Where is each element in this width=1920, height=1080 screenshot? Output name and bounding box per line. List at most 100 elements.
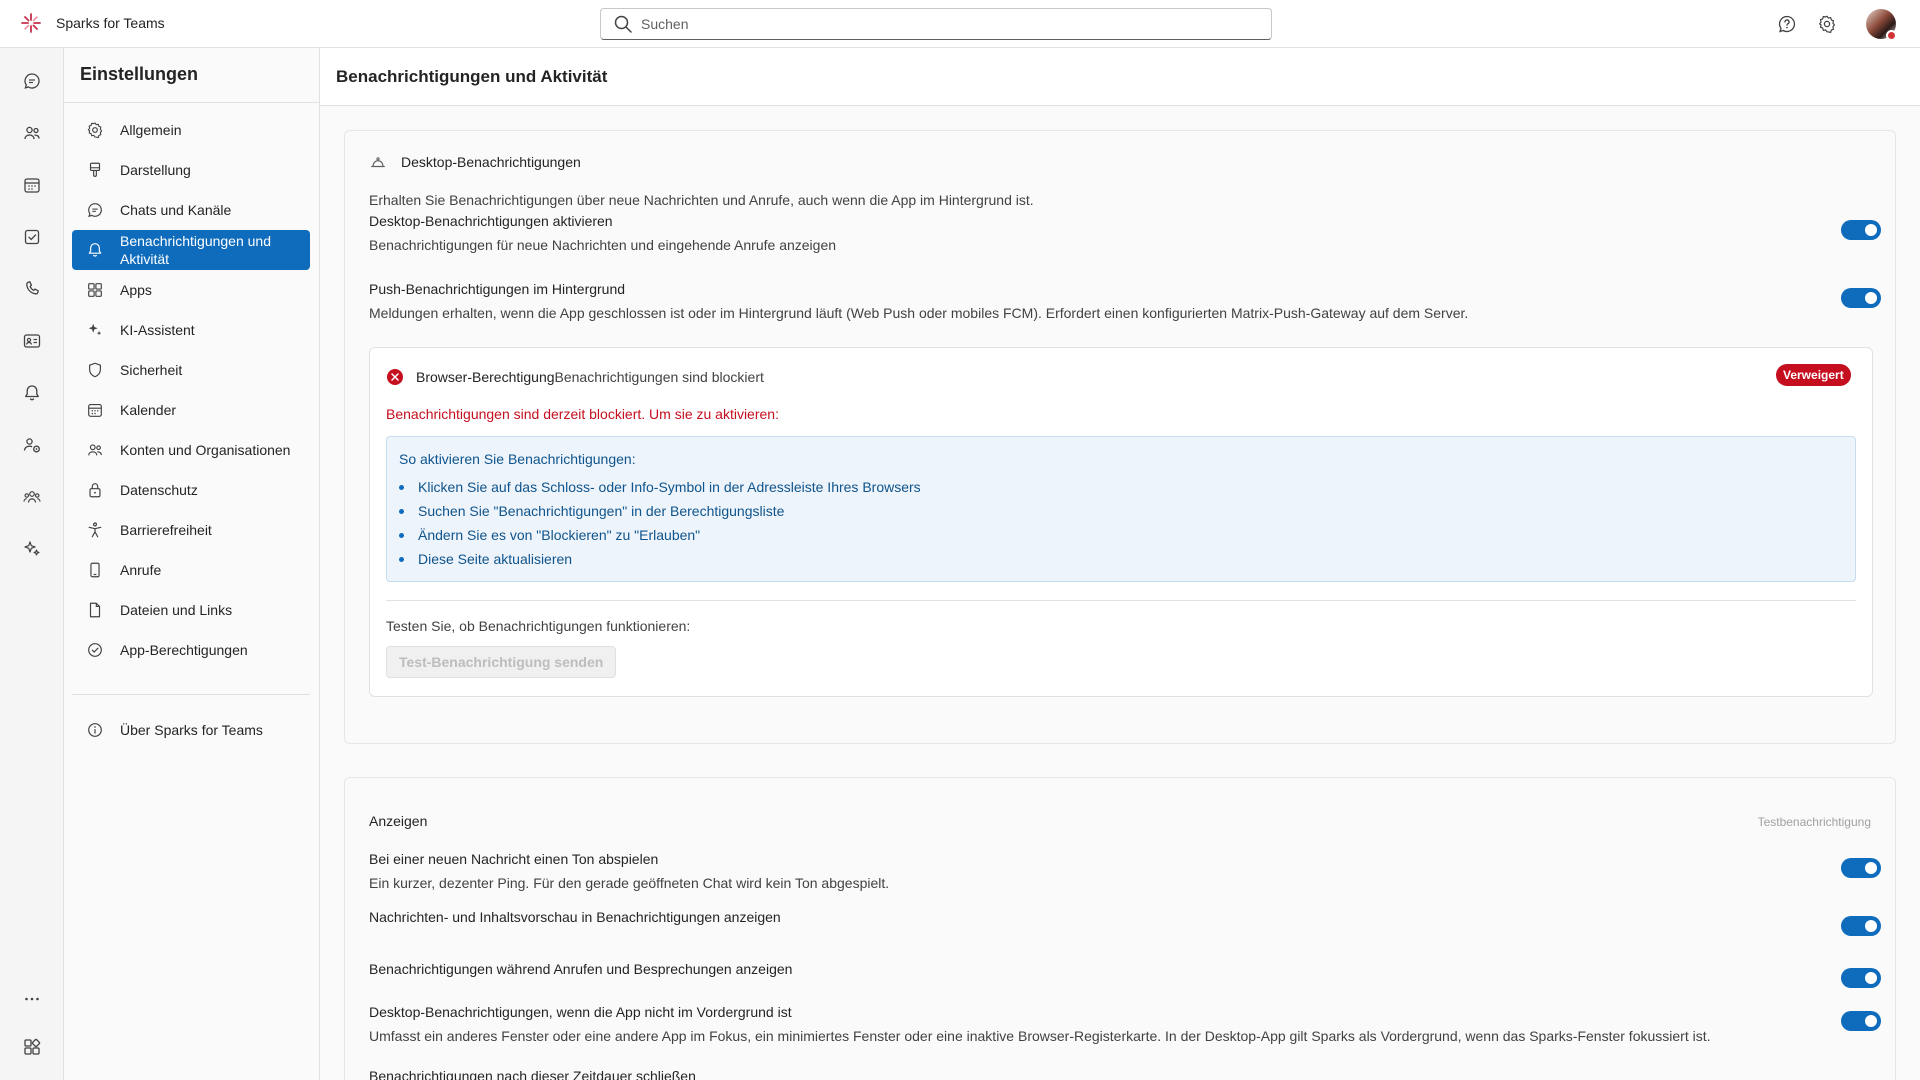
setting-label: Nachrichten- und Inhaltsvorschau in Bena… (369, 909, 781, 925)
setting-description: Ein kurzer, dezenter Ping. Für den gerad… (369, 875, 890, 891)
error-message: Benachrichtigungen sind derzeit blockier… (386, 406, 779, 422)
sidebar-item-label: Datenschutz (120, 482, 198, 498)
setting-description: Meldungen erhalten, wenn die App geschlo… (369, 305, 1469, 321)
step-text: Klicken Sie auf das Schloss- oder Info-S… (418, 479, 921, 495)
section-title: Desktop-Benachrichtigungen (401, 154, 581, 170)
presence-status-badge (1886, 30, 1897, 41)
sidebar-item-label: Über Sparks for Teams (120, 722, 263, 738)
step-text: Diese Seite aktualisieren (418, 551, 573, 567)
ai-sparkle-icon[interactable] (20, 537, 44, 561)
help-icon[interactable] (1776, 13, 1798, 35)
desktop-notifications-card: Desktop-Benachrichtigungen Erhalten Sie … (344, 130, 1896, 744)
document-icon (86, 601, 104, 619)
sparkle-icon (86, 321, 104, 339)
calls-icon[interactable] (20, 277, 44, 301)
error-circle-icon (386, 368, 404, 386)
brand[interactable]: Sparks for Teams (20, 12, 165, 34)
shield-icon (86, 361, 104, 379)
sidebar-item-apps[interactable]: Apps (72, 272, 310, 308)
setting-label: Push-Benachrichtigungen im Hintergrund (369, 281, 626, 297)
sidebar-item-label: Apps (120, 282, 152, 298)
message-preview-toggle[interactable] (1841, 916, 1881, 936)
sidebar-item-allgemein[interactable]: Allgemein (72, 112, 310, 148)
bell-icon (86, 241, 104, 259)
people-icon (86, 441, 104, 459)
push-notifications-toggle[interactable] (1841, 288, 1881, 308)
chat-icon[interactable] (20, 69, 44, 93)
teams-icon[interactable] (20, 121, 44, 145)
send-test-notification-button[interactable]: Test-Benachrichtigung senden (386, 646, 617, 678)
step-text: Suchen Sie "Benachrichtigungen" in der B… (418, 503, 785, 519)
setting-label: Desktop-Benachrichtigungen, wenn die App… (369, 1004, 792, 1020)
paint-brush-icon (86, 161, 104, 179)
search-icon (613, 14, 633, 34)
sidebar-item-app-berechtigungen[interactable]: App-Berechtigungen (72, 632, 310, 668)
list-item: Diese Seite aktualisieren (399, 551, 572, 567)
list-item: Klicken Sie auf das Schloss- oder Info-S… (399, 479, 921, 495)
sparks-logo-icon (20, 12, 42, 34)
gear-icon (86, 121, 104, 139)
sidebar-item-label: Kalender (120, 402, 177, 418)
sidebar-item-benachrichtigungen[interactable]: Benachrichtigungen und Aktivität (72, 230, 310, 270)
setting-label: Desktop-Benachrichtigungen aktivieren (369, 213, 613, 229)
app-rail (0, 48, 64, 1080)
sidebar-item-ki-assistent[interactable]: KI-Assistent (72, 312, 310, 348)
step-text: Ändern Sie es von "Blockieren" zu "Erlau… (418, 527, 701, 543)
people-settings-icon[interactable] (20, 433, 44, 457)
display-settings-card: Anzeigen Testbenachrichtigung Bei einer … (344, 777, 1896, 1080)
sidebar-item-label: Konten und Organisationen (120, 442, 291, 458)
sidebar-item-label: Chats und Kanäle (120, 202, 232, 218)
list-item: Ändern Sie es von "Blockieren" zu "Erlau… (399, 527, 700, 543)
sidebar-item-chats[interactable]: Chats und Kanäle (72, 192, 310, 228)
sidebar-item-label: Barrierefreiheit (120, 522, 212, 538)
divider (386, 600, 1856, 601)
section-intro: Erhalten Sie Benachrichtigungen über neu… (369, 192, 1034, 208)
setting-label: Benachrichtigungen nach dieser Zeitdauer… (369, 1068, 696, 1080)
enable-desktop-notifications-toggle[interactable] (1841, 220, 1881, 240)
sidebar-item-darstellung[interactable]: Darstellung (72, 152, 310, 188)
settings-sidebar: Einstellungen Allgemein Darstellung Chat… (64, 48, 320, 1080)
setting-label: Bei einer neuen Nachricht einen Ton absp… (369, 851, 659, 867)
info-icon (86, 721, 104, 739)
sidebar-item-anrufe[interactable]: Anrufe (72, 552, 310, 588)
tasks-icon[interactable] (20, 225, 44, 249)
sidebar-item-barrierefreiheit[interactable]: Barrierefreiheit (72, 512, 310, 548)
top-bar: Sparks for Teams (0, 0, 1920, 48)
sidebar-item-konten[interactable]: Konten und Organisationen (72, 432, 310, 468)
sidebar-item-label: Darstellung (120, 162, 191, 178)
communities-icon[interactable] (20, 485, 44, 509)
chat-icon (86, 201, 104, 219)
sidebar-item-about[interactable]: Über Sparks for Teams (72, 712, 310, 748)
apps-icon (86, 281, 104, 299)
play-sound-toggle[interactable] (1841, 858, 1881, 878)
main-content: Benachrichtigungen und Aktivität Desktop… (320, 48, 1920, 1080)
apps-icon[interactable] (20, 1035, 44, 1059)
sidebar-item-sicherheit[interactable]: Sicherheit (72, 352, 310, 388)
permission-status: Benachrichtigungen sind blockiert (554, 369, 764, 385)
sidebar-item-label: Allgemein (120, 122, 182, 138)
settings-icon[interactable] (1816, 13, 1838, 35)
more-icon[interactable] (20, 987, 44, 1011)
sidebar-item-label: KI-Assistent (120, 322, 195, 338)
phone-icon (86, 561, 104, 579)
page-header: Benachrichtigungen und Aktivität (320, 48, 1920, 106)
calendar-icon[interactable] (20, 173, 44, 197)
setting-label: Benachrichtigungen während Anrufen und B… (369, 961, 793, 977)
activity-icon[interactable] (20, 381, 44, 405)
contacts-icon[interactable] (20, 329, 44, 353)
test-notification-link[interactable]: Testbenachrichtigung (1758, 815, 1871, 829)
sidebar-item-datenschutz[interactable]: Datenschutz (72, 472, 310, 508)
search-input[interactable] (641, 16, 1241, 32)
accessibility-icon (86, 521, 104, 539)
sidebar-item-label: Dateien und Links (120, 602, 233, 618)
sidebar-item-label: Anrufe (120, 562, 162, 578)
section-header: Desktop-Benachrichtigungen (369, 153, 581, 171)
background-notifications-toggle[interactable] (1841, 1011, 1881, 1031)
bell-ring-icon (369, 153, 387, 171)
status-badge: Verweigert (1776, 364, 1851, 386)
sidebar-item-dateien[interactable]: Dateien und Links (72, 592, 310, 628)
search-box[interactable] (600, 8, 1272, 40)
browser-permission-panel: Browser-BerechtigungBenachrichtigungen s… (369, 347, 1873, 697)
sidebar-item-kalender[interactable]: Kalender (72, 392, 310, 428)
notifications-during-calls-toggle[interactable] (1841, 968, 1881, 988)
